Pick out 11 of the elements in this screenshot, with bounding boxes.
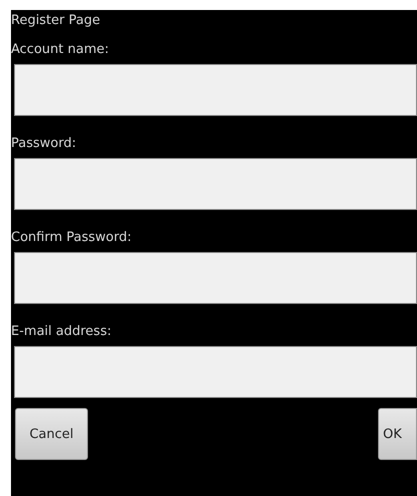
input-field[interactable] <box>14 252 417 304</box>
field-label: Confirm Password: <box>11 229 132 247</box>
dialog-button[interactable]: OK <box>378 408 417 460</box>
dialog-button[interactable]: Cancel <box>15 408 88 460</box>
input-field[interactable] <box>14 64 417 116</box>
window-title: Register Page <box>11 12 102 30</box>
input-field[interactable] <box>14 346 417 398</box>
field-label: Password: <box>11 135 78 153</box>
input-field[interactable] <box>14 158 417 210</box>
field-label: E-mail address: <box>11 323 112 341</box>
field-label: Account name: <box>11 41 110 59</box>
